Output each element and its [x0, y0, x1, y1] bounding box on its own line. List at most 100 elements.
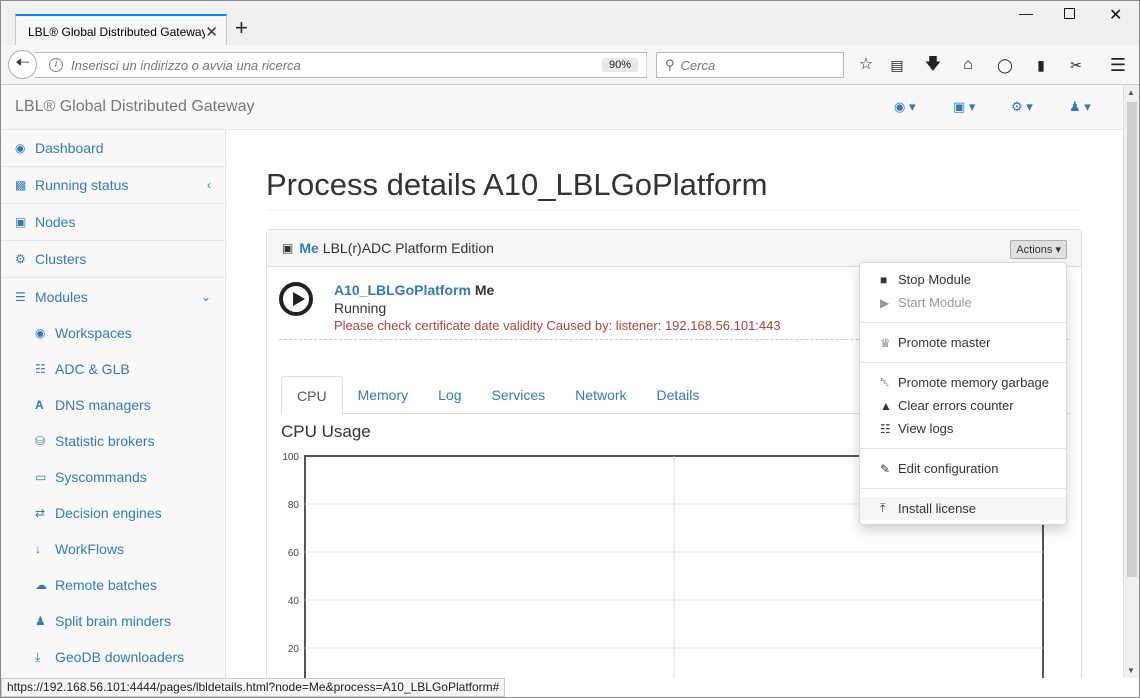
tab-details[interactable]: Details — [642, 376, 715, 414]
user-menu-icon[interactable]: ♟ ▾ — [1069, 99, 1091, 115]
scrollbar-thumb[interactable] — [1127, 102, 1137, 577]
app-header: LBL® Global Distributed Gateway ◉ ▾ ▣ ▾ … — [1, 85, 1123, 130]
page-scrollbar[interactable]: ▲ ▼ — [1123, 85, 1139, 678]
sidebar-item-running-status[interactable]: ▩ Running status ‹ — [1, 167, 225, 204]
sidebar-subitem-geodb-downloaders[interactable]: ⤓ GeoDB downloaders — [1, 639, 225, 675]
sidebar: ◉ Dashboard ▩ Running status ‹ ▣ Nodes ⚙… — [1, 130, 226, 678]
search-bar[interactable]: ⚲ — [656, 52, 844, 78]
menu-item-label: Install license — [898, 501, 977, 516]
new-tab-button[interactable]: + — [235, 17, 248, 39]
sidebar-item-nodes[interactable]: ▣ Nodes — [1, 204, 225, 241]
search-input[interactable] — [680, 57, 831, 73]
scroll-up-icon[interactable]: ▲ — [1127, 88, 1135, 97]
menu-item-clear-errors-counter[interactable]: ▲ Clear errors counter — [860, 394, 1066, 417]
sidebar-item-dashboard[interactable]: ◉ Dashboard — [1, 130, 225, 167]
sitemap-icon: ☷ — [35, 362, 46, 376]
tab-services[interactable]: Services — [476, 376, 560, 414]
sidebar-subitem-label: Workspaces — [55, 325, 132, 341]
zoom-indicator[interactable]: 90% — [602, 58, 639, 72]
stop-icon: ■ — [880, 272, 888, 287]
menu-item-label: Start Module — [898, 295, 972, 310]
sidebar-item-clusters[interactable]: ⚙ Clusters — [1, 241, 225, 278]
reading-list-icon[interactable]: ▤ — [887, 55, 907, 75]
process-name-link[interactable]: A10_LBLGoPlatform — [334, 282, 471, 298]
database-icon: ⛁ — [35, 434, 46, 448]
tab-memory[interactable]: Memory — [343, 376, 424, 414]
font-icon: A — [35, 398, 44, 412]
sidebar-subitem-workflows[interactable]: ↓ WorkFlows — [1, 531, 225, 567]
sidebar-subitem-syscommands[interactable]: ▭ Syscommands — [1, 459, 225, 495]
sidebar-item-label: Running status — [35, 177, 129, 193]
brand-title[interactable]: LBL® Global Distributed Gateway — [15, 98, 254, 116]
cogs-icon: ⚙ — [15, 252, 26, 266]
dashboard-menu-icon[interactable]: ◉ ▾ — [894, 99, 915, 115]
tab-title: LBL® Global Distributed Gateway — [28, 24, 206, 39]
sidebar-subitem-split-brain-minders[interactable]: ♟ Split brain minders — [1, 603, 225, 639]
cpu-usage-title: CPU Usage — [281, 422, 371, 441]
download-icon[interactable]: 🡇 — [923, 55, 943, 75]
menu-item-label: Promote master — [898, 335, 991, 350]
menu-item-start-module[interactable]: ▶ Start Module — [860, 291, 1066, 314]
menu-item-stop-module[interactable]: ■ Stop Module — [860, 268, 1066, 291]
sidebar-subitem-adc-glb[interactable]: ☷ ADC & GLB — [1, 351, 225, 387]
actions-label: Actions — [1016, 244, 1053, 256]
sidebar-subitem-statistic-brokers[interactable]: ⛁ Statistic brokers — [1, 423, 225, 459]
maximize-icon[interactable] — [1064, 8, 1075, 19]
caret-down-icon: ▾ — [1055, 244, 1061, 256]
url-bar[interactable]: i 90% ↻ — [35, 52, 668, 78]
menu-divider — [860, 362, 1066, 363]
dashboard-icon: ◉ — [35, 326, 46, 340]
menu-item-promote-memory-garbage[interactable]: ␡ Promote memory garbage — [860, 371, 1066, 394]
menu-item-view-logs[interactable]: ☷ View logs — [860, 417, 1066, 440]
sidebar-subitem-label: Decision engines — [55, 505, 162, 521]
info-icon[interactable]: i — [49, 58, 63, 72]
warning-icon: ▲ — [880, 398, 892, 413]
browser-navbar: i 90% ↻ 🠠 ⚲ ☆ ▤ 🡇 ⌂ ◯ ▮ ✂ ☰ — [0, 45, 1140, 85]
menu-item-edit-configuration[interactable]: ✎ Edit configuration — [860, 457, 1066, 480]
tab-close-icon[interactable]: ✕ — [205, 23, 218, 41]
chevron-down-icon: ⌄ — [200, 289, 211, 304]
bookmark-star-icon[interactable]: ☆ — [856, 55, 876, 75]
title-divider — [266, 210, 1082, 211]
back-button[interactable]: 🠠 — [8, 50, 37, 79]
play-circle-icon — [279, 282, 313, 316]
list-icon: ☰ — [15, 289, 26, 304]
back-arrow-icon: 🠠 — [15, 53, 30, 72]
tab-cpu[interactable]: CPU — [281, 376, 343, 415]
sidebar-subitem-workspaces[interactable]: ◉ Workspaces — [1, 315, 225, 351]
tab-log[interactable]: Log — [423, 376, 476, 414]
menu-divider — [860, 448, 1066, 449]
sidebar-item-modules[interactable]: ☰ Modules ⌄ — [1, 278, 225, 315]
hamburger-menu-icon[interactable]: ☰ — [1108, 55, 1128, 75]
dashboard-icon: ◉ — [15, 141, 26, 155]
window-close-icon[interactable]: ✕ — [1109, 5, 1122, 25]
sidebar-subitem-label: Remote batches — [55, 577, 157, 593]
actions-button[interactable]: Actions ▾ — [1010, 240, 1067, 259]
screenshot-icon[interactable]: ✂ — [1066, 55, 1086, 75]
panel-node-link[interactable]: Me — [299, 240, 318, 256]
panel-edition: LBL(r)ADC Platform Edition — [322, 240, 494, 256]
process-name: A10_LBLGoPlatform Me — [334, 282, 494, 298]
scroll-down-icon[interactable]: ▼ — [1127, 666, 1135, 675]
upload-icon: ⤒ — [880, 501, 886, 515]
url-input[interactable] — [71, 57, 551, 73]
menu-item-install-license[interactable]: ⤒ Install license — [860, 497, 1066, 520]
extension-icon[interactable]: ▮ — [1031, 55, 1051, 75]
tab-network[interactable]: Network — [560, 376, 641, 414]
settings-menu-icon[interactable]: ⚙ ▾ — [1011, 99, 1033, 115]
play-icon: ▶ — [880, 295, 890, 310]
home-icon[interactable]: ⌂ — [958, 55, 978, 75]
chevron-left-icon: ‹ — [207, 178, 211, 192]
browser-tab[interactable]: LBL® Global Distributed Gateway ✕ — [15, 14, 227, 47]
menu-item-promote-master[interactable]: ♕ Promote master — [860, 331, 1066, 354]
status-bar-url: https://192.168.56.101:4444/pages/lbldet… — [1, 678, 506, 697]
minimize-icon[interactable]: — — [1019, 5, 1033, 21]
sidebar-subitem-decision-engines[interactable]: ⇄ Decision engines — [1, 495, 225, 531]
sidebar-subitem-dns-managers[interactable]: A DNS managers — [1, 387, 225, 423]
cube-icon: ▣ — [282, 241, 294, 255]
sidebar-subitem-remote-batches[interactable]: ☁ Remote batches — [1, 567, 225, 603]
save-menu-icon[interactable]: ▣ ▾ — [953, 99, 975, 115]
pocket-icon[interactable]: ◯ — [995, 55, 1015, 75]
edit-icon: ✎ — [880, 461, 891, 476]
menu-divider — [860, 322, 1066, 323]
